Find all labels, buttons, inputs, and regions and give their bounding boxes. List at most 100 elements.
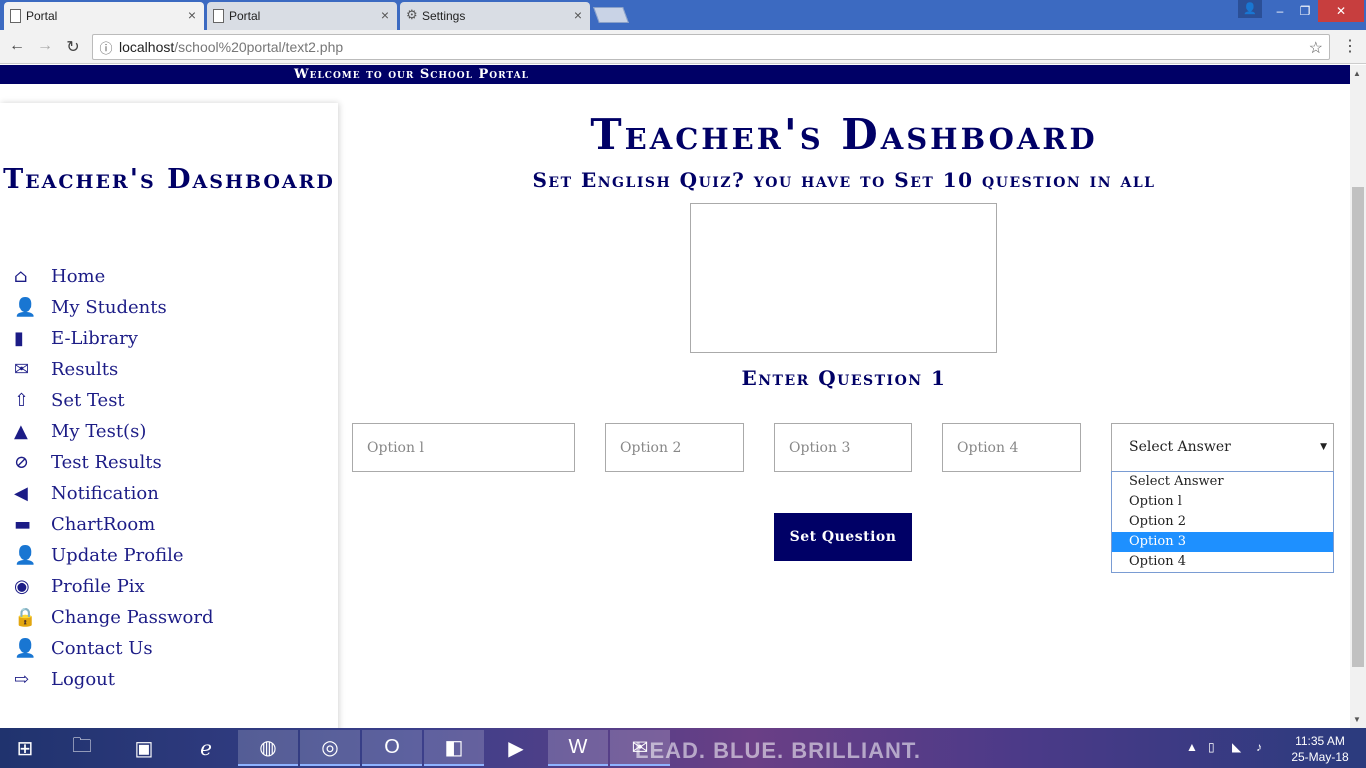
clock-time: 11:35 AM [1295, 734, 1345, 748]
sidebar-item-update-profile[interactable]: 👤 Update Profile [14, 540, 213, 571]
dropdown-option[interactable]: Option 4 [1112, 552, 1333, 572]
gear-icon: ⚙ [406, 7, 418, 22]
sidebar-item-label: ChartRoom [51, 514, 156, 535]
info-icon[interactable]: ⓘ [93, 38, 119, 57]
internet-explorer-icon[interactable]: ℯ [176, 730, 236, 766]
page-title: Teacher's Dashboard [590, 110, 1098, 159]
browser-toolbar: ← → ↻ ⓘ localhost/school%20portal/text2.… [0, 30, 1366, 64]
sidebar-item-label: My Test(s) [51, 421, 147, 442]
volume-icon[interactable]: ♪ [1256, 740, 1262, 754]
bookmark-star-icon[interactable]: ☆ [1309, 38, 1323, 58]
reload-icon[interactable]: ↻ [62, 37, 84, 57]
book-icon: ▮ [14, 328, 24, 349]
browser-tab-bar: Portal × Portal × ⚙ Settings × 👤 ‒ ❐ ✕ [0, 0, 1366, 30]
logout-icon: ⇨ [14, 669, 30, 690]
welcome-banner: Welcome to our School Portal [0, 65, 1350, 84]
sidebar-item-label: Profile Pix [51, 576, 145, 597]
dropdown-option[interactable]: Option l [1112, 492, 1333, 512]
upload-icon: ⇧ [14, 390, 30, 411]
tab-portal-2[interactable]: Portal × [207, 2, 397, 30]
firefox-icon[interactable]: ◍ [238, 730, 298, 766]
sidebar-item-results[interactable]: ✉ Results [14, 354, 213, 385]
tab-label: Settings [422, 9, 466, 23]
minimize-button[interactable]: ‒ [1266, 0, 1294, 22]
battery-icon[interactable]: ▯ [1208, 740, 1215, 754]
tab-close-icon[interactable]: × [574, 7, 582, 23]
address-bar[interactable]: ⓘ localhost/school%20portal/text2.php ☆ [92, 34, 1330, 60]
tab-settings[interactable]: ⚙ Settings × [400, 2, 590, 30]
page-icon [213, 9, 224, 23]
paperclip-icon: ⊘ [14, 452, 30, 473]
sidebar-item-my-students[interactable]: 👤 My Students [14, 292, 213, 323]
sidebar-title: Teacher's Dashboard [3, 164, 335, 195]
chevron-down-icon: ▼ [1320, 442, 1327, 452]
question-textarea[interactable] [690, 203, 997, 353]
opera-icon[interactable]: O [362, 730, 422, 766]
sidebar-item-logout[interactable]: ⇨ Logout [14, 664, 213, 695]
chrome-icon[interactable]: ◎ [300, 730, 360, 766]
sidebar: Teacher's Dashboard ⌂ Home 👤 My Students ▮… [0, 103, 338, 728]
option-1-input[interactable] [352, 423, 575, 472]
option-2-input[interactable] [605, 423, 744, 472]
close-window-button[interactable]: ✕ [1318, 0, 1364, 22]
sidebar-item-label: Contact Us [51, 638, 153, 659]
bullhorn-icon: ◀ [14, 483, 28, 504]
sidebar-item-my-tests[interactable]: ▲ My Test(s) [14, 416, 213, 447]
sidebar-item-contact-us[interactable]: 👤 Contact Us [14, 633, 213, 664]
page-scrollbar[interactable]: ▲ ▼ [1350, 65, 1366, 728]
dropdown-option[interactable]: Select Answer [1112, 472, 1333, 492]
forward-arrow-icon[interactable]: → [34, 37, 56, 55]
home-icon: ⌂ [14, 266, 28, 287]
page-content: Welcome to our School Portal Teacher's D… [0, 65, 1350, 728]
dropdown-option[interactable]: Option 2 [1112, 512, 1333, 532]
set-question-button[interactable]: Set Question [774, 513, 912, 561]
envelope-icon: ✉ [14, 359, 30, 380]
scroll-up-icon[interactable]: ▲ [1353, 69, 1361, 78]
user-icon: 👤 [14, 297, 37, 318]
restore-button[interactable]: ❐ [1292, 0, 1318, 22]
answer-select[interactable]: Select Answer ▼ [1111, 423, 1334, 472]
store-icon[interactable]: ▣ [114, 730, 174, 766]
sidebar-item-label: Home [51, 266, 106, 287]
enter-question-label: Enter Question 1 [741, 366, 947, 390]
windows-taskbar: ⊞ 🗀 ▣ ℯ ◍ ◎ O ◧ ▶ W ✉ LEAD. BLUE. BRILLI… [0, 728, 1366, 768]
new-tab-button[interactable] [593, 7, 629, 23]
profile-icon[interactable]: 👤 [1238, 0, 1262, 18]
page-subtitle: Set English Quiz? you have to Set 10 que… [532, 168, 1156, 192]
url-host: localhost [119, 39, 175, 55]
sidebar-item-label: Test Results [51, 452, 162, 473]
sidebar-item-change-password[interactable]: 🔒 Change Password [14, 602, 213, 633]
url-path: /school%20portal/text2.php [174, 39, 344, 55]
tray-expand-icon[interactable]: ▲ [1186, 740, 1198, 754]
tab-label: Portal [26, 9, 58, 23]
sidebar-item-label: Notification [51, 483, 159, 504]
file-explorer-icon[interactable]: 🗀 [52, 730, 112, 766]
option-3-input[interactable] [774, 423, 912, 472]
app-icon[interactable]: ◧ [424, 730, 484, 766]
sidebar-item-label: Set Test [51, 390, 125, 411]
dropdown-option-highlighted[interactable]: Option 3 [1112, 532, 1333, 552]
media-player-icon[interactable]: ▶ [486, 730, 546, 766]
back-arrow-icon[interactable]: ← [6, 37, 28, 55]
sidebar-item-profile-pix[interactable]: ◉ Profile Pix [14, 571, 213, 602]
tab-portal-1[interactable]: Portal × [4, 2, 204, 30]
option-4-input[interactable] [942, 423, 1081, 472]
menu-dots-icon[interactable]: ⋮ [1342, 36, 1358, 56]
wallpaper-watermark: LEAD. BLUE. BRILLIANT. [635, 738, 921, 763]
sidebar-item-label: Update Profile [51, 545, 184, 566]
sidebar-item-e-library[interactable]: ▮ E-Library [14, 323, 213, 354]
windows-start-icon[interactable]: ⊞ [0, 730, 50, 766]
scroll-down-icon[interactable]: ▼ [1353, 715, 1361, 724]
sidebar-item-test-results[interactable]: ⊘ Test Results [14, 447, 213, 478]
word-icon[interactable]: W [548, 730, 608, 766]
scrollbar-thumb[interactable] [1352, 187, 1364, 667]
tab-close-icon[interactable]: × [188, 7, 196, 23]
sidebar-item-home[interactable]: ⌂ Home [14, 261, 213, 292]
user-icon: 👤 [14, 638, 37, 659]
tab-close-icon[interactable]: × [381, 7, 389, 23]
sidebar-item-set-test[interactable]: ⇧ Set Test [14, 385, 213, 416]
network-icon[interactable]: ◣ [1232, 740, 1241, 754]
sidebar-item-notification[interactable]: ◀ Notification [14, 478, 213, 509]
system-clock[interactable]: 11:35 AM 25-May-18 [1290, 733, 1350, 765]
sidebar-item-chartroom[interactable]: ▬ ChartRoom [14, 509, 213, 540]
